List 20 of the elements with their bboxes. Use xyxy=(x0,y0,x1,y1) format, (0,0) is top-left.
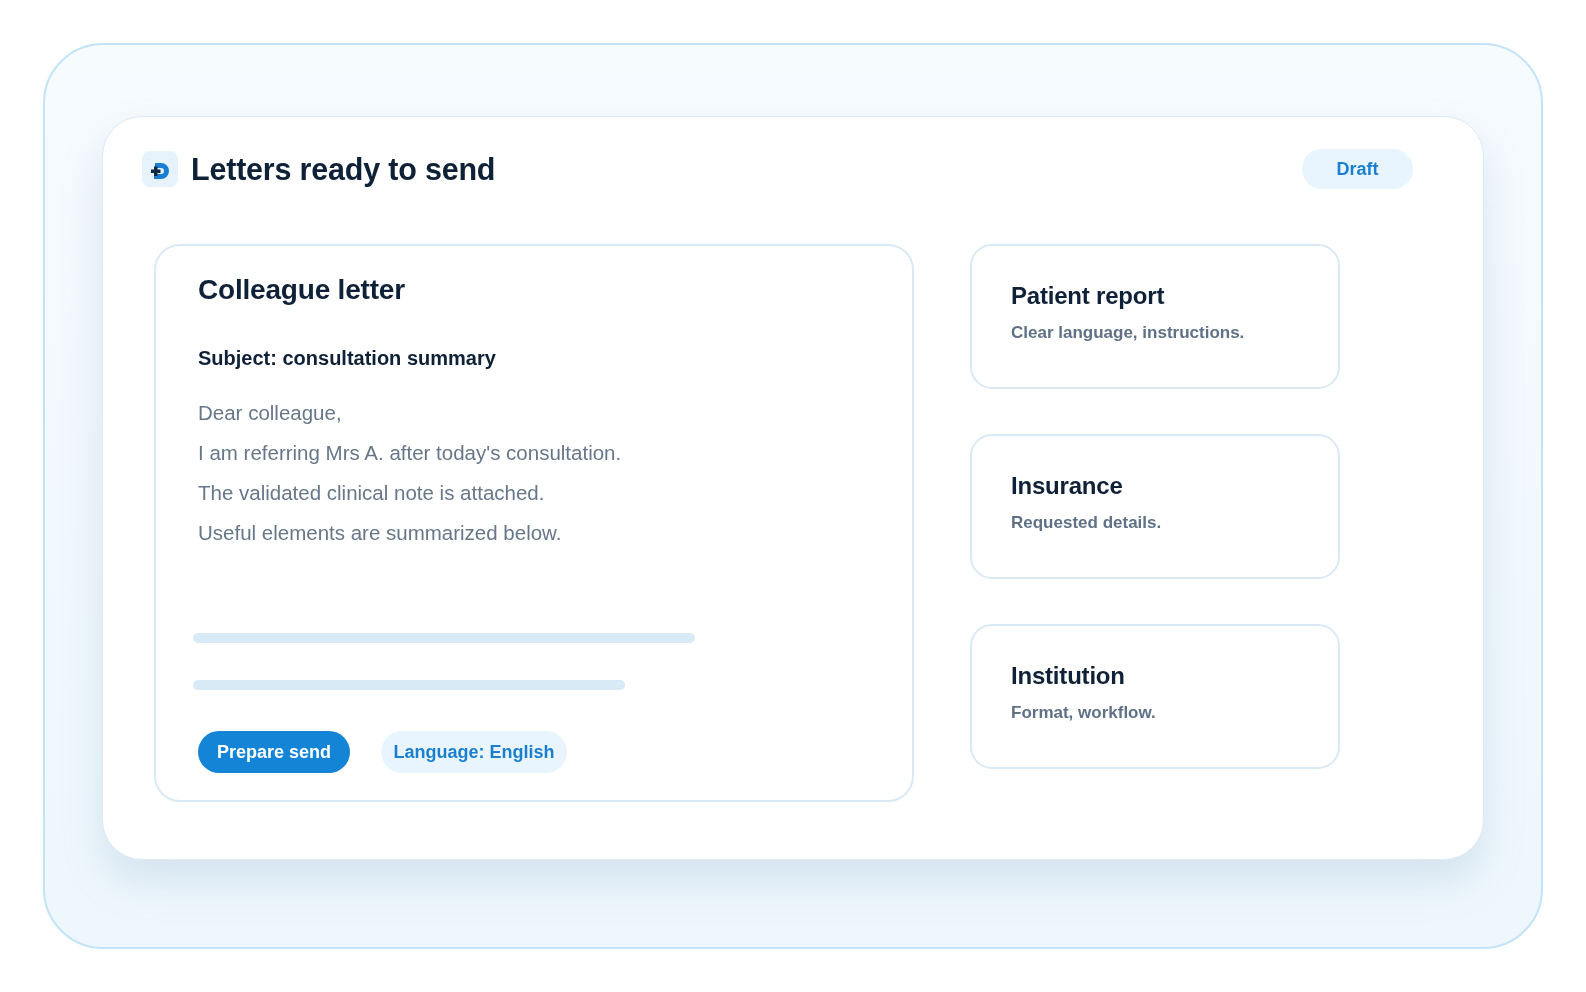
letter-subject: Subject: consultation summary xyxy=(198,346,497,371)
letter-type-title: Institution xyxy=(1011,661,1126,691)
letter-type-card[interactable]: Insurance Requested details. xyxy=(970,434,1340,579)
letter-type-title: Insurance xyxy=(1011,471,1124,501)
letter-type-description: Clear language, instructions. xyxy=(1011,322,1246,344)
letter-type-title: Patient report xyxy=(1011,281,1166,311)
letter-line: I am referring Mrs A. after today's consultation. xyxy=(198,440,623,466)
letter-line: Useful elements are summarized below. xyxy=(198,520,563,546)
letter-type-description: Requested details. xyxy=(1011,512,1163,534)
language-button[interactable]: Language: English xyxy=(381,731,567,773)
letter-line: The validated clinical note is attached. xyxy=(198,480,546,506)
letter-title: Colleague letter xyxy=(198,273,406,307)
letter-line: Dear colleague, xyxy=(198,400,343,426)
letter-type-card[interactable]: Institution Format, workflow. xyxy=(970,624,1340,769)
prepare-send-button[interactable]: Prepare send xyxy=(198,731,350,773)
logo-icon xyxy=(142,151,178,187)
letter-type-description: Format, workflow. xyxy=(1011,702,1157,724)
status-badge: Draft xyxy=(1302,149,1413,189)
page-title: Letters ready to send xyxy=(191,151,496,189)
letter-type-card[interactable]: Patient report Clear language, instructions. xyxy=(970,244,1340,389)
